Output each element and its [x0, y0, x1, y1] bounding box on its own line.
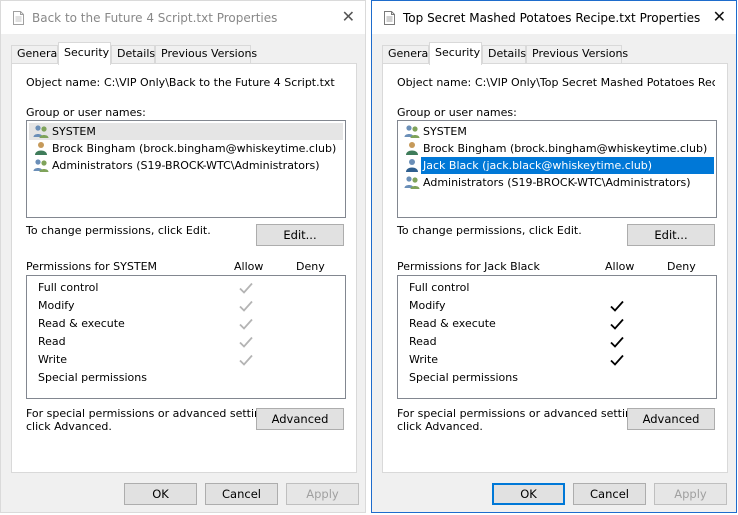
list-item-system[interactable]: SYSTEM: [29, 123, 343, 140]
tab-security[interactable]: Security: [429, 42, 482, 65]
permission-label: Write: [409, 353, 439, 366]
object-name-label: Object name:: [397, 76, 472, 89]
cancel-button[interactable]: Cancel: [573, 483, 646, 505]
permissions-for-label: Permissions for SYSTEM: [26, 260, 158, 273]
object-name-label: Object name:: [26, 76, 101, 89]
checkmark-icon: [239, 354, 253, 366]
list-item-jack-black[interactable]: Jack Black (jack.black@whiskeytime.club): [400, 157, 714, 174]
list-item-administrators[interactable]: Administrators (S19-BROCK-WTC\Administra…: [29, 157, 343, 174]
user-name: Jack Black (jack.black@whiskeytime.club): [421, 157, 714, 174]
deny-column-header: Deny: [296, 260, 325, 273]
cancel-button[interactable]: Cancel: [205, 483, 278, 505]
edit-button[interactable]: Edit...: [256, 224, 344, 246]
user-name: Brock Bingham (brock.bingham@whiskeytime…: [423, 142, 708, 155]
text-file-icon: [13, 11, 24, 25]
permission-label: Special permissions: [38, 371, 147, 384]
checkmark-icon: [610, 300, 624, 312]
group-user-icon: [404, 176, 420, 189]
group-user-icon: [33, 159, 49, 172]
window-title: Top Secret Mashed Potatoes Recipe.txt Pr…: [403, 11, 701, 25]
checkmark-icon: [610, 336, 624, 348]
user-name: Administrators (S19-BROCK-WTC\Administra…: [423, 176, 691, 189]
permission-label: Full control: [38, 281, 99, 294]
tab-general[interactable]: General: [11, 45, 60, 63]
special-permissions-text-2: click Advanced.: [26, 420, 112, 433]
user-list[interactable]: SYSTEM Brock Bingham (brock.bingham@whis…: [397, 120, 717, 218]
special-permissions-text-1: For special permissions or advanced sett…: [26, 407, 278, 420]
apply-button[interactable]: Apply: [286, 483, 359, 505]
permissions-list: Full control Modify Read & execute Read Writ…: [397, 275, 717, 399]
advanced-button[interactable]: Advanced: [627, 408, 715, 430]
close-icon[interactable]: ✕: [342, 9, 355, 25]
user-name: Brock Bingham (brock.bingham@whiskeytime…: [52, 142, 337, 155]
user-name: SYSTEM: [423, 125, 467, 138]
checkmark-icon: [239, 336, 253, 348]
object-path: C:\VIP Only\Top Secret Mashed Potatoes R…: [475, 76, 715, 89]
single-user-icon: [406, 159, 418, 172]
single-user-icon: [406, 142, 418, 155]
dialog-buttons: OK Cancel Apply: [372, 473, 736, 512]
window-title: Back to the Future 4 Script.txt Properti…: [32, 11, 278, 25]
right-properties-window: Top Secret Mashed Potatoes Recipe.txt Pr…: [371, 0, 737, 513]
permission-label: Modify: [409, 299, 446, 312]
dialog-buttons: OK Cancel Apply: [1, 473, 365, 512]
checkmark-icon: [610, 354, 624, 366]
user-name: Administrators (S19-BROCK-WTC\Administra…: [52, 159, 320, 172]
permission-label: Read & execute: [409, 317, 496, 330]
ok-button[interactable]: OK: [124, 483, 197, 505]
title-bar: Top Secret Mashed Potatoes Recipe.txt Pr…: [372, 1, 736, 34]
permission-label: Special permissions: [409, 371, 518, 384]
permission-label: Read: [409, 335, 437, 348]
deny-column-header: Deny: [667, 260, 696, 273]
text-file-icon: [384, 11, 395, 25]
change-permissions-text: To change permissions, click Edit.: [26, 224, 211, 237]
permission-label: Read: [38, 335, 66, 348]
user-name: SYSTEM: [52, 125, 96, 138]
permissions-for-label: Permissions for Jack Black: [397, 260, 540, 273]
list-item-brock[interactable]: Brock Bingham (brock.bingham@whiskeytime…: [400, 140, 714, 157]
list-item-administrators[interactable]: Administrators (S19-BROCK-WTC\Administra…: [400, 174, 714, 191]
tab-general[interactable]: General: [382, 45, 431, 63]
list-item-system[interactable]: SYSTEM: [400, 123, 714, 140]
permission-label: Write: [38, 353, 68, 366]
checkmark-icon: [239, 282, 253, 294]
special-permissions-text-2: click Advanced.: [397, 420, 483, 433]
permissions-list: Full control Modify Read & execute Read Writ…: [26, 275, 346, 399]
security-panel: Object name: C:\VIP Only\Back to the Fut…: [11, 63, 357, 473]
left-properties-window: Back to the Future 4 Script.txt Properti…: [0, 0, 366, 513]
tab-strip: General Security Details Previous Versio…: [11, 42, 355, 65]
apply-button[interactable]: Apply: [654, 483, 727, 505]
tab-details[interactable]: Details: [482, 45, 526, 63]
allow-column-header: Allow: [605, 260, 635, 273]
edit-button[interactable]: Edit...: [627, 224, 715, 246]
change-permissions-text: To change permissions, click Edit.: [397, 224, 582, 237]
tab-previous-versions[interactable]: Previous Versions: [155, 45, 257, 63]
permission-label: Full control: [409, 281, 470, 294]
close-icon[interactable]: ✕: [713, 9, 726, 25]
checkmark-icon: [239, 318, 253, 330]
permission-label: Read & execute: [38, 317, 125, 330]
tab-security[interactable]: Security: [58, 42, 111, 65]
title-bar: Back to the Future 4 Script.txt Properti…: [1, 1, 365, 34]
user-list[interactable]: SYSTEM Brock Bingham (brock.bingham@whis…: [26, 120, 346, 218]
list-item-brock[interactable]: Brock Bingham (brock.bingham@whiskeytime…: [29, 140, 343, 157]
group-names-label: Group or user names:: [397, 106, 517, 119]
ok-button[interactable]: OK: [492, 483, 565, 505]
checkmark-icon: [239, 300, 253, 312]
tab-previous-versions[interactable]: Previous Versions: [526, 45, 628, 63]
advanced-button[interactable]: Advanced: [256, 408, 344, 430]
tab-details[interactable]: Details: [111, 45, 155, 63]
group-user-icon: [404, 125, 420, 138]
permission-label: Modify: [38, 299, 75, 312]
allow-column-header: Allow: [234, 260, 264, 273]
object-path: C:\VIP Only\Back to the Future 4 Script.…: [104, 76, 335, 89]
special-permissions-text-1: For special permissions or advanced sett…: [397, 407, 649, 420]
checkmark-icon: [610, 318, 624, 330]
group-user-icon: [33, 125, 49, 138]
single-user-icon: [35, 142, 47, 155]
security-panel: Object name: C:\VIP Only\Top Secret Mash…: [382, 63, 728, 473]
group-names-label: Group or user names:: [26, 106, 146, 119]
tab-strip: General Security Details Previous Versio…: [382, 42, 726, 65]
